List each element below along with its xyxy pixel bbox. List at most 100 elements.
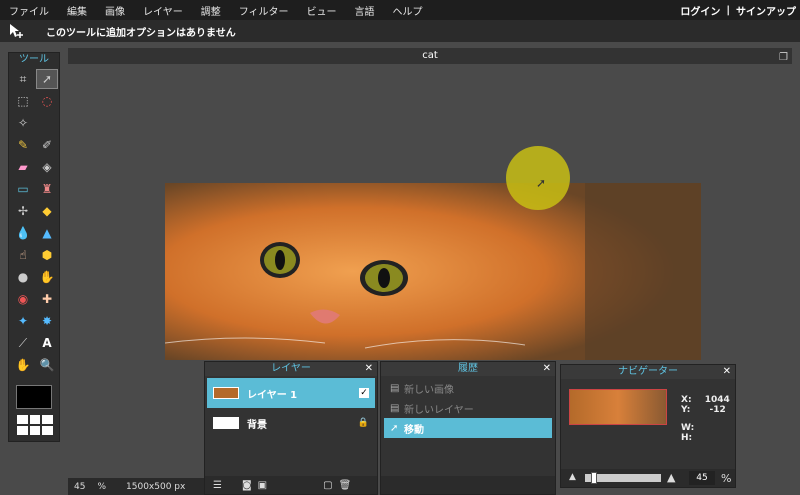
- auth-separator: |: [726, 4, 730, 16]
- status-size: 1500x500 px: [126, 481, 186, 492]
- layer-mask-icon[interactable]: ◙: [242, 480, 252, 491]
- menu-view[interactable]: ビュー: [298, 3, 346, 18]
- layers-panel-title: レイヤー: [271, 363, 311, 374]
- zoom-in-icon[interactable]: ▲: [667, 471, 675, 484]
- bloat-tool-icon[interactable]: ✦: [12, 311, 34, 331]
- menu-edit[interactable]: 編集: [58, 3, 96, 18]
- menu-layer[interactable]: レイヤー: [134, 3, 192, 18]
- new-folder-icon[interactable]: ▣: [258, 480, 267, 491]
- login-link[interactable]: ログイン: [680, 3, 720, 18]
- navigator-panel: ナビゲーター ✕ X: 1044 Y: -12 W: H: ▲ ▲ 45 %: [560, 364, 736, 488]
- zoom-unit: %: [721, 472, 732, 485]
- stamp-tool-icon[interactable]: ♜: [36, 179, 58, 199]
- history-item-selected[interactable]: ➚ 移動: [384, 418, 552, 438]
- pencil-tool-icon[interactable]: ✎: [12, 135, 34, 155]
- menu-help[interactable]: ヘルプ: [384, 3, 432, 18]
- status-unit: %: [97, 481, 107, 492]
- foreground-color-swatch[interactable]: [16, 385, 52, 409]
- new-layer-icon[interactable]: ▢: [323, 480, 332, 491]
- marquee-tool-icon[interactable]: ⬚: [12, 91, 34, 111]
- signup-link[interactable]: サインアップ: [736, 3, 796, 18]
- tool-grid-icon[interactable]: [17, 415, 53, 435]
- crop-tool-icon[interactable]: ⌗: [12, 69, 34, 89]
- zoom-value[interactable]: 45: [689, 471, 715, 485]
- gradient-tool-icon[interactable]: ▭: [12, 179, 34, 199]
- toolbox: ツール ⌗ ➚ ⬚ ◌ ✧ ✎ ✐ ▰ ◈ ▭ ♜ ✢ ◆ 💧 ▲ ☝ ⬢ ● …: [8, 52, 60, 442]
- restore-window-icon[interactable]: ❐: [779, 50, 788, 66]
- sponge-tool-icon[interactable]: ⬢: [36, 245, 58, 265]
- zoom-slider[interactable]: [585, 472, 661, 484]
- layer-visibility-checkbox[interactable]: ✓: [359, 388, 369, 398]
- x-value: 1044: [704, 395, 730, 405]
- menu-adjust[interactable]: 調整: [192, 3, 230, 18]
- history-icon: ▤: [390, 382, 400, 394]
- lock-icon: 🔒: [357, 418, 369, 428]
- layer-row-1[interactable]: レイヤー 1 ✓: [207, 378, 375, 408]
- history-panel-title: 履歴: [458, 363, 478, 374]
- close-navigator-icon[interactable]: ✕: [723, 365, 731, 379]
- color-picker-icon[interactable]: ⟋: [12, 333, 34, 353]
- navigator-coords: X: 1044 Y: -12 W: H:: [681, 395, 730, 443]
- y-value: -12: [709, 405, 726, 415]
- x-label: X:: [681, 395, 692, 405]
- close-history-icon[interactable]: ✕: [543, 362, 551, 376]
- drawing-tool-icon[interactable]: ◆: [36, 201, 58, 221]
- pinch-tool-icon[interactable]: ✸: [36, 311, 58, 331]
- eraser-tool-icon[interactable]: ▰: [12, 157, 34, 177]
- move-tool-icon: [8, 23, 24, 39]
- sharpen-tool-icon[interactable]: ▲: [36, 223, 58, 243]
- text-tool-icon[interactable]: A: [36, 333, 58, 353]
- history-label: 移動: [404, 424, 424, 436]
- layer-row-background[interactable]: 背景 🔒: [207, 408, 375, 438]
- zoom-out-icon[interactable]: ▲: [569, 472, 576, 482]
- document-title-bar: cat ❐: [68, 48, 792, 64]
- move-tool-button-icon[interactable]: ➚: [36, 69, 58, 89]
- options-message: このツールに追加オプションはありません: [46, 27, 236, 39]
- layer-name: レイヤー 1: [247, 389, 298, 401]
- bucket-tool-icon[interactable]: ◈: [36, 157, 58, 177]
- magic-wand-icon[interactable]: ✧: [12, 113, 34, 133]
- history-label: 新しいレイヤー: [404, 404, 474, 416]
- background-layer-name: 背景: [247, 419, 267, 431]
- background-thumbnail: [213, 417, 239, 429]
- menu-language[interactable]: 言語: [346, 3, 384, 18]
- close-layers-icon[interactable]: ✕: [365, 362, 373, 376]
- y-label: Y:: [681, 405, 691, 415]
- layer-settings-icon[interactable]: ☰: [213, 480, 222, 491]
- drop-tool-icon[interactable]: 💧: [12, 223, 34, 243]
- brush-tool-icon[interactable]: ✐: [36, 135, 58, 155]
- layers-panel: レイヤー ✕ レイヤー 1 ✓ 背景 🔒 ☰ ◙ ▣ ▢ 🗑: [204, 361, 378, 495]
- cursor-highlight: ➚: [506, 146, 570, 210]
- cat-photo-canvas[interactable]: [165, 183, 701, 360]
- replace-color-icon[interactable]: ✢: [12, 201, 34, 221]
- red-eye-tool-icon[interactable]: ◉: [12, 289, 34, 309]
- move-cursor-icon: ➚: [536, 176, 547, 190]
- menu-filter[interactable]: フィルター: [230, 3, 298, 18]
- zoom-slider-knob[interactable]: [591, 472, 597, 484]
- smudge-tool-icon[interactable]: ☝: [12, 245, 34, 265]
- menu-image[interactable]: 画像: [96, 3, 134, 18]
- history-icon: ▤: [390, 402, 400, 414]
- menu-file[interactable]: ファイル: [0, 3, 58, 18]
- document-title: cat: [422, 50, 438, 61]
- delete-layer-icon[interactable]: 🗑: [339, 480, 352, 491]
- zoom-tool-icon[interactable]: 🔍: [36, 355, 58, 375]
- dodge-tool-icon[interactable]: ●: [12, 267, 34, 287]
- navigator-thumbnail[interactable]: [569, 389, 667, 425]
- w-label: W:: [681, 423, 695, 433]
- history-item[interactable]: ▤ 新しい画像: [384, 378, 552, 398]
- history-item[interactable]: ▤ 新しいレイヤー: [384, 398, 552, 418]
- burn-tool-icon[interactable]: ✋: [36, 267, 58, 287]
- layers-footer: ☰ ◙ ▣ ▢ 🗑: [205, 476, 377, 494]
- history-panel: 履歴 ✕ ▤ 新しい画像 ▤ 新しいレイヤー ➚ 移動: [380, 361, 556, 495]
- hand-tool-icon[interactable]: ✋: [12, 355, 34, 375]
- h-label: H:: [681, 433, 693, 443]
- spot-heal-icon[interactable]: ✚: [36, 289, 58, 309]
- navigator-panel-header: ナビゲーター ✕: [561, 365, 735, 379]
- auth-links: ログイン | サインアップ: [680, 0, 796, 20]
- menu-bar: ファイル 編集 画像 レイヤー 調整 フィルター ビュー 言語 ヘルプ ログイン…: [0, 0, 800, 20]
- layers-panel-header: レイヤー ✕: [205, 362, 377, 376]
- toolbox-title: ツール: [19, 54, 49, 65]
- lasso-tool-icon[interactable]: ◌: [36, 91, 58, 111]
- options-bar: このツールに追加オプションはありません: [0, 20, 800, 42]
